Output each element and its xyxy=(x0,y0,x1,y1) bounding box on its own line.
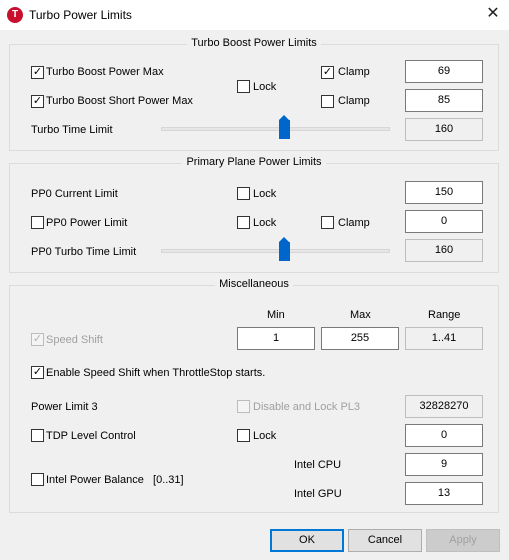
intel-gpu-input[interactable]: 13 xyxy=(405,482,483,505)
turbo-time-slider[interactable] xyxy=(161,115,390,139)
power-balance-checkbox[interactable] xyxy=(31,473,44,486)
speed-shift-label: Speed Shift xyxy=(46,334,103,346)
pp0-current-input[interactable]: 150 xyxy=(405,181,483,204)
power-balance-range: [0..31] xyxy=(153,474,184,486)
tdp-level-label: TDP Level Control xyxy=(46,430,136,442)
check-icon: ✓ xyxy=(32,333,43,345)
enable-speed-shift-checkbox[interactable]: ✓ xyxy=(31,366,44,379)
title-bar: T Turbo Power Limits ✕ xyxy=(0,0,509,30)
pl3-disable-checkbox[interactable] xyxy=(237,400,250,413)
speed-shift-range-value: 1..41 xyxy=(405,327,483,350)
tdp-lock-checkbox[interactable] xyxy=(237,429,250,442)
window-title: Turbo Power Limits xyxy=(29,8,132,22)
turbo-boost-group-title: Turbo Boost Power Limits xyxy=(10,37,498,49)
turbo-boost-max-label: Turbo Boost Power Max xyxy=(46,66,164,78)
power-balance-text: Intel Power Balance xyxy=(46,474,144,486)
turbo-clamp-short-checkbox[interactable] xyxy=(321,95,334,108)
pp0-current-label: PP0 Current Limit xyxy=(31,188,118,200)
misc-col-max: Max xyxy=(350,309,371,321)
turbo-boost-short-checkbox[interactable]: ✓ xyxy=(31,95,44,108)
pp0-power-checkbox[interactable] xyxy=(31,216,44,229)
turbo-clamp-short-label: Clamp xyxy=(338,95,370,107)
check-icon: ✓ xyxy=(32,95,43,107)
intel-cpu-input[interactable]: 9 xyxy=(405,453,483,476)
tdp-lock-label: Lock xyxy=(253,430,277,442)
misc-col-min: Min xyxy=(267,309,285,321)
turbo-boost-max-checkbox[interactable]: ✓ xyxy=(31,66,44,79)
pp0-turbo-time-value: 160 xyxy=(405,239,483,262)
pp0-turbo-time-label: PP0 Turbo Time Limit xyxy=(31,246,137,258)
tdp-value-input[interactable]: 0 xyxy=(405,424,483,447)
speed-shift-min-input[interactable]: 1 xyxy=(237,327,315,350)
app-icon: T xyxy=(7,7,23,23)
pp0-power-input[interactable]: 0 xyxy=(405,210,483,233)
speed-shift-max-input[interactable]: 255 xyxy=(321,327,399,350)
intel-gpu-label: Intel GPU xyxy=(294,488,342,500)
turbo-time-slider-thumb[interactable] xyxy=(279,115,290,139)
pp0-power-label: PP0 Power Limit xyxy=(46,217,128,229)
turbo-lock-checkbox[interactable] xyxy=(237,80,250,93)
pp0-turbo-time-slider[interactable] xyxy=(161,237,390,261)
enable-speed-shift-label: Enable Speed Shift when ThrottleStop sta… xyxy=(46,367,266,379)
pp0-turbo-time-slider-thumb[interactable] xyxy=(279,237,290,261)
turbo-short-input[interactable]: 85 xyxy=(405,89,483,112)
pl3-disable-label: Disable and Lock PL3 xyxy=(253,401,361,413)
check-icon: ✓ xyxy=(322,66,333,78)
pp0-power-lock-label: Lock xyxy=(253,217,277,229)
misc-group-title: Miscellaneous xyxy=(10,278,498,290)
pl3-value: 32828270 xyxy=(405,395,483,418)
turbo-boost-short-label: Turbo Boost Short Power Max xyxy=(46,95,193,107)
misc-col-range: Range xyxy=(428,309,461,321)
apply-button[interactable]: Apply xyxy=(426,529,500,552)
pp0-power-clamp-checkbox[interactable] xyxy=(321,216,334,229)
cancel-button[interactable]: Cancel xyxy=(348,529,422,552)
turbo-time-label: Turbo Time Limit xyxy=(31,124,113,136)
turbo-clamp-max-label: Clamp xyxy=(338,66,370,78)
pp0-power-clamp-label: Clamp xyxy=(338,217,370,229)
ok-button[interactable]: OK xyxy=(270,529,344,552)
power-limit-3-label: Power Limit 3 xyxy=(31,401,98,413)
intel-cpu-label: Intel CPU xyxy=(294,459,342,471)
pp0-current-lock-label: Lock xyxy=(253,188,277,200)
close-icon[interactable]: ✕ xyxy=(481,3,505,27)
check-icon: ✓ xyxy=(32,366,43,378)
speed-shift-checkbox[interactable]: ✓ xyxy=(31,333,44,346)
pp0-group-title: Primary Plane Power Limits xyxy=(10,156,498,168)
turbo-clamp-max-checkbox[interactable]: ✓ xyxy=(321,66,334,79)
turbo-time-value: 160 xyxy=(405,118,483,141)
tdp-level-checkbox[interactable] xyxy=(31,429,44,442)
pp0-current-lock-checkbox[interactable] xyxy=(237,187,250,200)
pp0-power-lock-checkbox[interactable] xyxy=(237,216,250,229)
power-balance-label: Intel Power Balance [0..31] xyxy=(46,474,184,486)
turbo-max-input[interactable]: 69 xyxy=(405,60,483,83)
turbo-lock-label: Lock xyxy=(253,81,277,93)
check-icon: ✓ xyxy=(32,66,43,78)
